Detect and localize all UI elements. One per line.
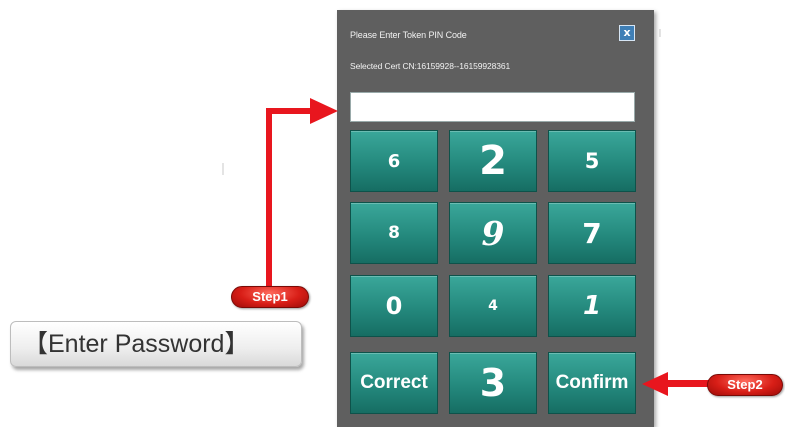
keypad-key-2[interactable]: 2 (449, 130, 537, 192)
key-label: 5 (584, 149, 600, 173)
enter-password-label: 【Enter Password】 (10, 321, 302, 367)
key-label: 4 (488, 298, 498, 314)
keypad-key-5[interactable]: 5 (548, 130, 636, 192)
step1-badge: Step1 (231, 286, 309, 308)
key-label: 8 (388, 223, 400, 243)
key-label: 2 (479, 138, 507, 184)
key-label: Correct (360, 372, 428, 393)
key-label: 3 (479, 361, 507, 405)
step1-connector-horizontal (266, 108, 312, 114)
step2-connector-horizontal (666, 380, 712, 387)
close-button[interactable]: x (619, 25, 635, 41)
step2-badge: Step2 (707, 374, 783, 396)
pin-dialog: Please Enter Token PIN Code x Selected C… (337, 10, 654, 427)
keypad-key-4[interactable]: 4 (449, 275, 537, 337)
key-label: Confirm (555, 372, 629, 393)
keypad-key-8[interactable]: 8 (350, 202, 438, 264)
keypad-key-9[interactable]: 9 (449, 202, 537, 264)
key-label: 0 (385, 292, 403, 320)
dialog-title: Please Enter Token PIN Code (350, 30, 467, 40)
keypad-key-6[interactable]: 6 (350, 130, 438, 192)
keypad-key-3[interactable]: 3 (449, 352, 537, 414)
background-mark (222, 163, 224, 175)
correct-button[interactable]: Correct (350, 352, 438, 414)
confirm-button[interactable]: Confirm (548, 352, 636, 414)
key-label: 9 (481, 213, 505, 253)
key-label: 6 (387, 150, 401, 172)
keypad-key-0[interactable]: 0 (350, 275, 438, 337)
background-mark (659, 29, 661, 37)
keypad-key-1[interactable]: 1 (548, 275, 636, 337)
selected-cert-text: Selected Cert CN:16159928--16159928361 (350, 61, 511, 71)
key-label: 7 (582, 216, 602, 250)
step2-arrow-icon (642, 372, 668, 396)
keypad-key-7[interactable]: 7 (548, 202, 636, 264)
key-label: 1 (582, 291, 602, 321)
step1-arrow-icon (310, 98, 338, 124)
pin-input[interactable] (350, 92, 635, 122)
step1-connector-vertical (266, 108, 272, 286)
